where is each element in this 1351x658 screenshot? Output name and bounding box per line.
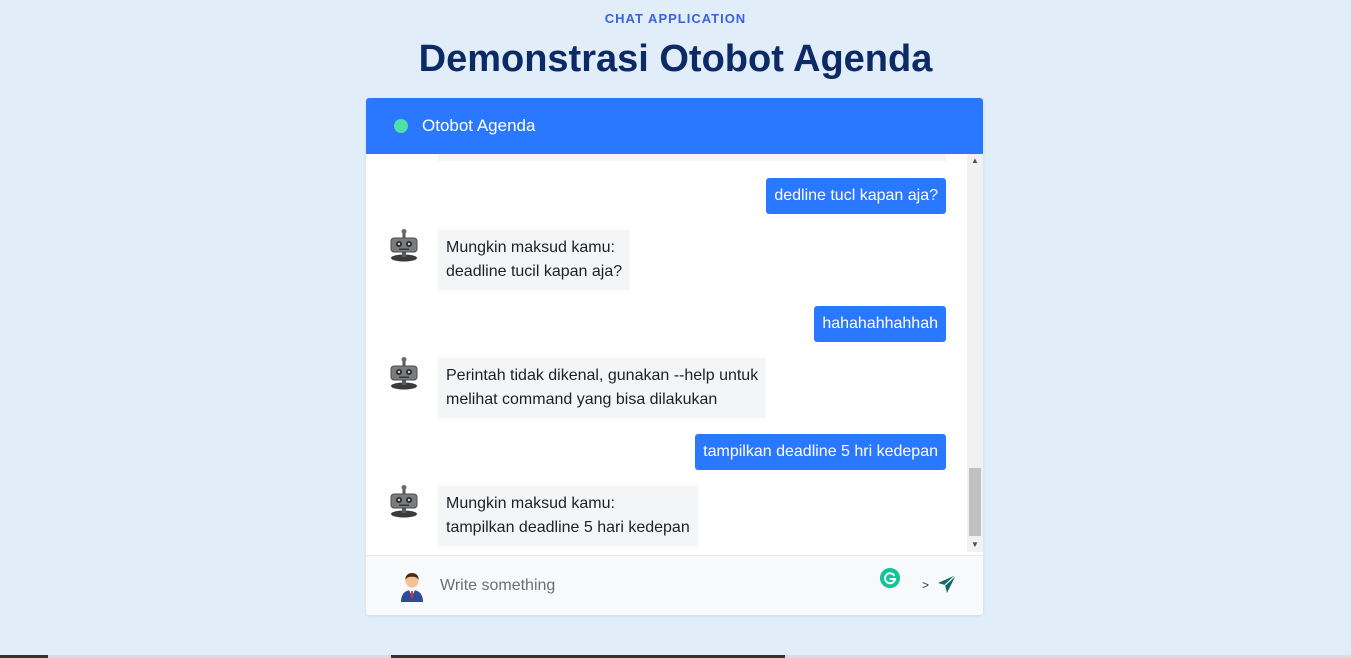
- message-line: Mungkin maksud kamu:: [446, 239, 615, 256]
- previous-message-fragment: [438, 154, 946, 161]
- chat-title: Otobot Agenda: [422, 116, 536, 135]
- page-title: Demonstrasi Otobot Agenda: [418, 38, 933, 80]
- message-scrollbar[interactable]: ▲ ▼: [967, 154, 983, 552]
- message-line: deadline tucil kapan aja?: [446, 263, 623, 280]
- chat-window: Otobot Agenda dedline tucl kapan aja? Mu…: [366, 98, 983, 615]
- robot-icon: [390, 485, 418, 518]
- bot-message: Mungkin maksud kamu: deadline tucil kapa…: [438, 230, 631, 290]
- chat-header: Otobot Agenda: [366, 98, 983, 154]
- user-message: tampilkan deadline 5 hri kedepan: [695, 434, 946, 470]
- scrollbar-thumb[interactable]: [969, 468, 981, 536]
- message-input[interactable]: [440, 570, 860, 602]
- message-line: tampilkan deadline 5 hari kedepan: [446, 519, 690, 536]
- bot-message: Perintah tidak dikenal, gunakan --help u…: [438, 358, 767, 418]
- app-eyebrow: CHAT APPLICATION: [604, 11, 747, 26]
- user-message: hahahahhahhah: [814, 306, 946, 342]
- robot-icon: [390, 229, 418, 262]
- message-line: tampilkan deadline 5 hri kedepan: [703, 443, 938, 460]
- composer-bar: >: [366, 555, 983, 615]
- grammarly-icon[interactable]: [880, 568, 900, 588]
- scroll-up-arrow-icon[interactable]: ▲: [967, 154, 983, 168]
- robot-icon: [390, 357, 418, 390]
- message-line: Mungkin maksud kamu:: [446, 495, 615, 512]
- message-line: Perintah tidak dikenal, gunakan --help u…: [446, 367, 759, 384]
- paper-plane-icon: [938, 574, 957, 593]
- message-line: hahahahhahhah: [822, 315, 938, 332]
- scroll-down-arrow-icon[interactable]: ▼: [967, 538, 983, 552]
- message-line: dedline tucl kapan aja?: [774, 187, 938, 204]
- message-line: melihat command yang bisa dilakukan: [446, 391, 718, 408]
- user-avatar-icon: [401, 573, 423, 602]
- user-message: dedline tucl kapan aja?: [766, 178, 946, 214]
- stray-glyph: >: [922, 578, 930, 592]
- message-list[interactable]: dedline tucl kapan aja? Mungkin maksud k…: [366, 154, 967, 552]
- bot-message: Mungkin maksud kamu: tampilkan deadline …: [438, 486, 698, 546]
- online-status-icon: [394, 119, 408, 133]
- send-button[interactable]: [936, 573, 958, 595]
